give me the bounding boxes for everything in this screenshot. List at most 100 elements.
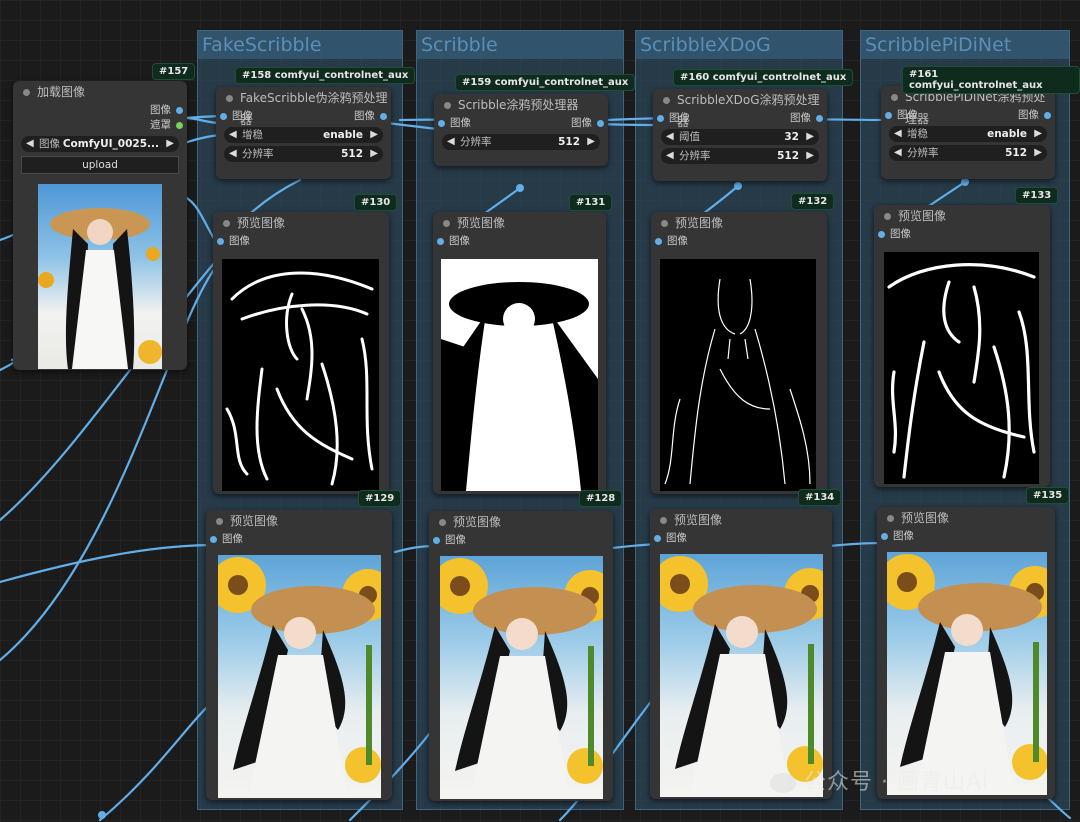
input-socket-image[interactable]: [210, 536, 217, 543]
node-title[interactable]: 加载图像: [13, 81, 187, 103]
scribble-preprocessor-node[interactable]: Scribble涂鸦预处理器 图像 图像 ◀ 分辨率 512 ▶: [434, 94, 608, 166]
input-label: 图像: [669, 112, 690, 124]
input-socket-image[interactable]: [878, 231, 885, 238]
widget-name: 分辨率: [460, 136, 492, 148]
output-label: 图像: [571, 117, 592, 129]
left-arrow-icon[interactable]: ◀: [666, 129, 674, 145]
output-socket-mask[interactable]: [176, 122, 183, 129]
input-socket-image[interactable]: [433, 537, 440, 544]
preview-image-node[interactable]: 预览图像 图像: [650, 509, 832, 799]
node-title[interactable]: 预览图像: [650, 509, 832, 531]
node-title[interactable]: 预览图像: [213, 212, 389, 234]
output-row: 图像: [13, 103, 187, 118]
stabilize-widget[interactable]: ◀ 增稳 enable ▶: [889, 126, 1047, 142]
preview-image-node[interactable]: 预览图像 图像: [213, 212, 389, 494]
preview-image-node[interactable]: 预览图像 图像: [206, 510, 392, 800]
right-arrow-icon[interactable]: ▶: [587, 134, 595, 150]
io-row: 图像: [433, 234, 606, 249]
output-socket-image[interactable]: [1044, 112, 1051, 119]
left-arrow-icon[interactable]: ◀: [894, 126, 902, 142]
input-socket-image[interactable]: [654, 535, 661, 542]
right-arrow-icon[interactable]: ▶: [166, 136, 174, 152]
scribblepidinet-output-image: [884, 252, 1039, 484]
node-title[interactable]: 预览图像: [874, 205, 1050, 227]
right-arrow-icon[interactable]: ▶: [370, 127, 378, 143]
input-socket-image[interactable]: [881, 533, 888, 540]
left-arrow-icon[interactable]: ◀: [894, 145, 902, 161]
input-socket-image[interactable]: [655, 238, 662, 245]
output-socket-image[interactable]: [176, 107, 183, 114]
left-arrow-icon[interactable]: ◀: [666, 148, 674, 164]
output-socket-image[interactable]: [597, 120, 604, 127]
node-title[interactable]: 预览图像: [429, 511, 613, 533]
node-title[interactable]: ScribbleXDoG涂鸦预处理器: [653, 89, 827, 129]
output-socket-image[interactable]: [816, 115, 823, 122]
input-label: 图像: [893, 530, 914, 542]
resolution-widget[interactable]: ◀ 分辨率 512 ▶: [224, 146, 383, 162]
io-row: 图像: [650, 531, 832, 546]
right-arrow-icon[interactable]: ▶: [1034, 126, 1042, 142]
right-arrow-icon[interactable]: ▶: [1034, 145, 1042, 161]
io-row: 图像 图像: [881, 108, 1055, 123]
input-socket-image[interactable]: [217, 238, 224, 245]
node-id-badge: #128: [579, 490, 623, 507]
girl-sunflower-image: [887, 554, 1047, 795]
girl-sunflower-image: [218, 557, 381, 798]
right-arrow-icon[interactable]: ▶: [806, 129, 814, 145]
input-label: 图像: [667, 235, 688, 247]
load-image-node[interactable]: 加载图像 图像 遮罩 ◀ 图像 ComfyUI_0025... ▶ upload: [13, 81, 187, 370]
widget-name: 增稳: [907, 128, 928, 140]
preview-image-node[interactable]: 预览图像 图像: [874, 205, 1050, 487]
node-id-badge: #133: [1015, 187, 1059, 204]
left-arrow-icon[interactable]: ◀: [229, 146, 237, 162]
image-file-selector[interactable]: ◀ 图像 ComfyUI_0025... ▶: [21, 136, 179, 152]
output-label: 图像: [790, 112, 811, 124]
io-row: 图像 图像: [434, 116, 608, 131]
fakescribble-preprocessor-node[interactable]: FakeScribble伪涂鸦预处理器 图像 图像 ◀ 增稳 enable ▶ …: [216, 87, 391, 179]
preview-image-node[interactable]: 预览图像 图像: [433, 212, 606, 494]
node-title[interactable]: Scribble涂鸦预处理器: [434, 94, 608, 116]
io-row: 图像: [429, 533, 613, 548]
watermark-text: 公众号 · 画青山Ai: [804, 770, 990, 795]
left-arrow-icon[interactable]: ◀: [447, 134, 455, 150]
input-socket-image[interactable]: [437, 238, 444, 245]
girl-sunflower-image: [38, 208, 162, 369]
threshold-widget[interactable]: ◀ 阈值 32 ▶: [661, 129, 819, 145]
stabilize-widget[interactable]: ◀ 增稳 enable ▶: [224, 127, 383, 143]
output-label-mask: 遮罩: [150, 119, 171, 131]
left-arrow-icon[interactable]: ◀: [229, 127, 237, 143]
output-label: 图像: [354, 110, 375, 122]
io-row: 图像: [877, 529, 1055, 544]
preview-color-image: [887, 552, 1047, 795]
resolution-widget[interactable]: ◀ 分辨率 512 ▶: [442, 134, 600, 150]
node-title[interactable]: 预览图像: [651, 212, 827, 234]
input-socket-image[interactable]: [220, 113, 227, 120]
node-title[interactable]: 预览图像: [433, 212, 606, 234]
node-title[interactable]: 预览图像: [206, 510, 392, 532]
upload-button[interactable]: upload: [21, 156, 179, 174]
input-label: 图像: [897, 109, 918, 121]
widget-value: 512: [777, 150, 799, 162]
resolution-widget[interactable]: ◀ 分辨率 512 ▶: [661, 148, 819, 164]
preview-image-node[interactable]: 预览图像 图像: [877, 507, 1055, 799]
scribble-output-image: [441, 259, 598, 491]
io-row: 图像: [874, 227, 1050, 242]
scribblexdog-preprocessor-node[interactable]: ScribbleXDoG涂鸦预处理器 图像 图像 ◀ 阈值 32 ▶ ◀ 分辨率…: [653, 89, 827, 181]
node-title[interactable]: 预览图像: [877, 507, 1055, 529]
girl-sunflower-image: [440, 558, 603, 799]
input-socket-image[interactable]: [438, 120, 445, 127]
wire: [828, 541, 885, 548]
node-title[interactable]: FakeScribble伪涂鸦预处理器: [216, 87, 391, 127]
resolution-widget[interactable]: ◀ 分辨率 512 ▶: [889, 145, 1047, 161]
left-arrow-icon[interactable]: ◀: [26, 136, 34, 152]
right-arrow-icon[interactable]: ▶: [806, 148, 814, 164]
preview-image-node[interactable]: 预览图像 图像: [651, 212, 827, 494]
node-id-badge: #157: [152, 63, 196, 80]
input-label: 图像: [232, 110, 253, 122]
scribblepidinet-preprocessor-node[interactable]: ScribblePiDiNet涂鸦预处理器 图像 图像 ◀ 增稳 enable …: [881, 86, 1055, 179]
input-socket-image[interactable]: [885, 112, 892, 119]
input-socket-image[interactable]: [657, 115, 664, 122]
preview-image-node[interactable]: 预览图像 图像: [429, 511, 613, 801]
output-socket-image[interactable]: [380, 113, 387, 120]
right-arrow-icon[interactable]: ▶: [370, 146, 378, 162]
